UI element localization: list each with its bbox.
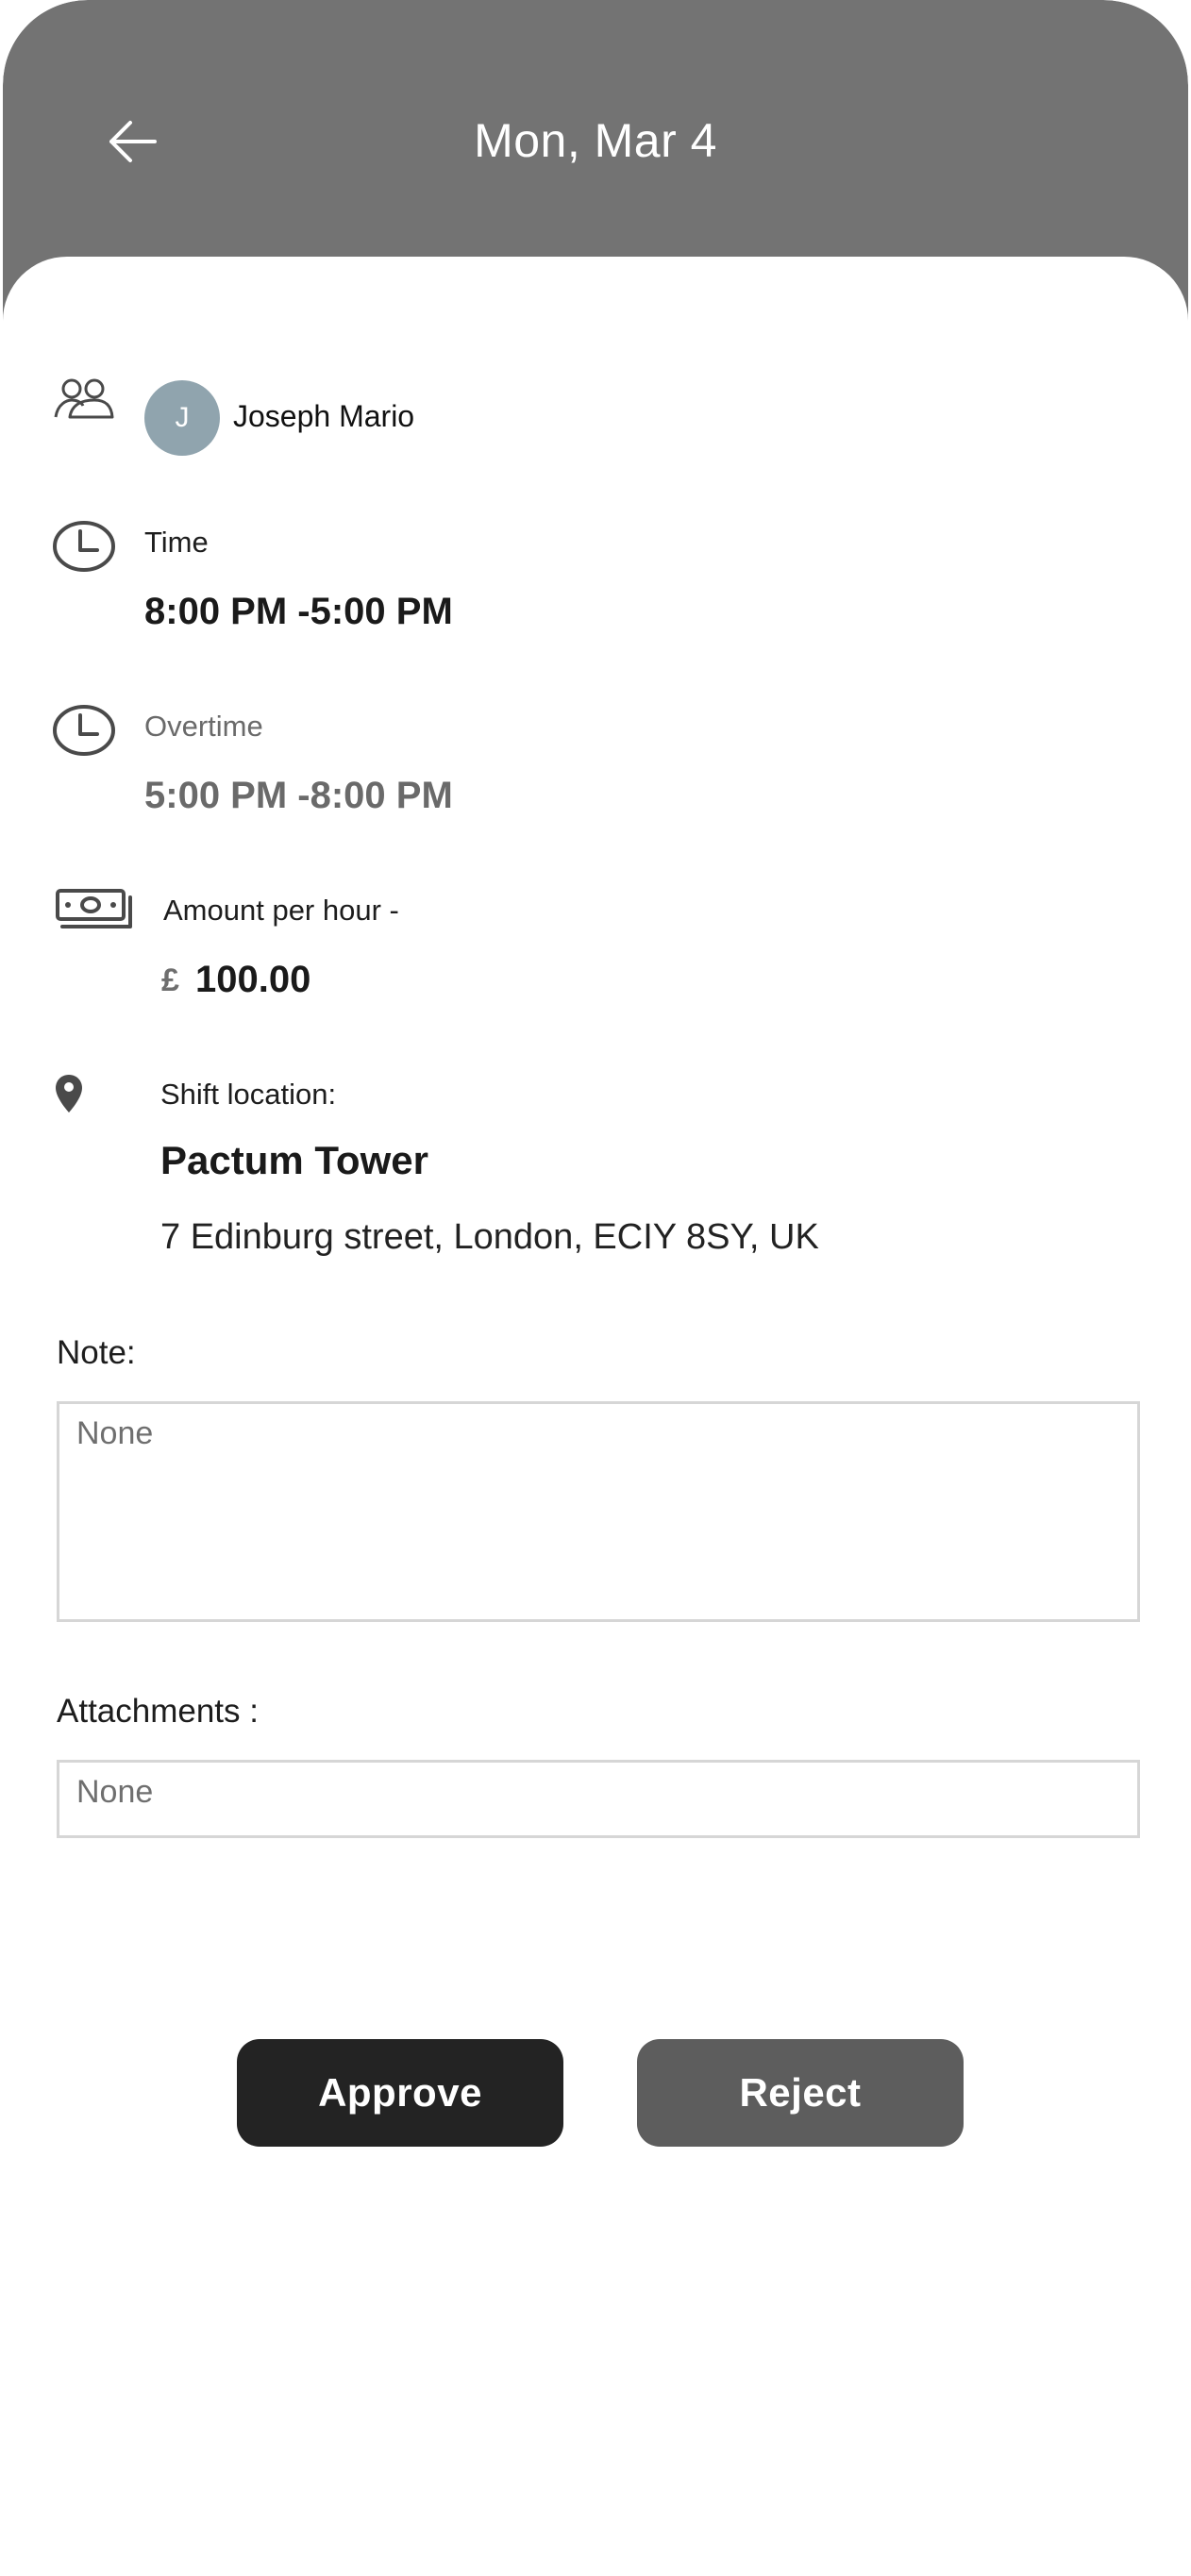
reject-button[interactable]: Reject [637,2039,964,2147]
attachments-value: None [76,1774,154,1810]
currency-symbol: £ [161,962,179,998]
approve-button[interactable]: Approve [237,2039,563,2147]
money-icon [56,889,132,928]
clock-icon [53,705,115,756]
map-pin-icon [56,1075,82,1112]
rate-value: 100.00 [195,959,311,1000]
avatar: J [144,380,220,456]
note-label: Note: [57,1334,136,1371]
location-address: 7 Edinburg street, London, ECIY 8SY, UK [160,1217,819,1257]
attachments-label: Attachments : [57,1693,259,1730]
screen: Mon, Mar 4 J Joseph Mario Time 8:00 PM -… [3,0,1188,2576]
note-value: None [76,1415,154,1451]
overtime-label: Overtime [144,710,263,743]
time-label: Time [144,526,209,559]
attachments-field[interactable]: None [57,1760,1140,1838]
clock-icon [53,521,115,572]
location-label: Shift location: [160,1078,337,1111]
page-title: Mon, Mar 4 [474,114,717,167]
rate-label: Amount per hour - [163,894,399,927]
people-icon [54,378,114,419]
location-name: Pactum Tower [160,1138,428,1182]
note-field[interactable]: None [57,1401,1140,1622]
overtime-value: 5:00 PM -8:00 PM [144,775,453,816]
employee-name: Joseph Mario [233,399,415,433]
time-value: 8:00 PM -5:00 PM [144,591,453,632]
